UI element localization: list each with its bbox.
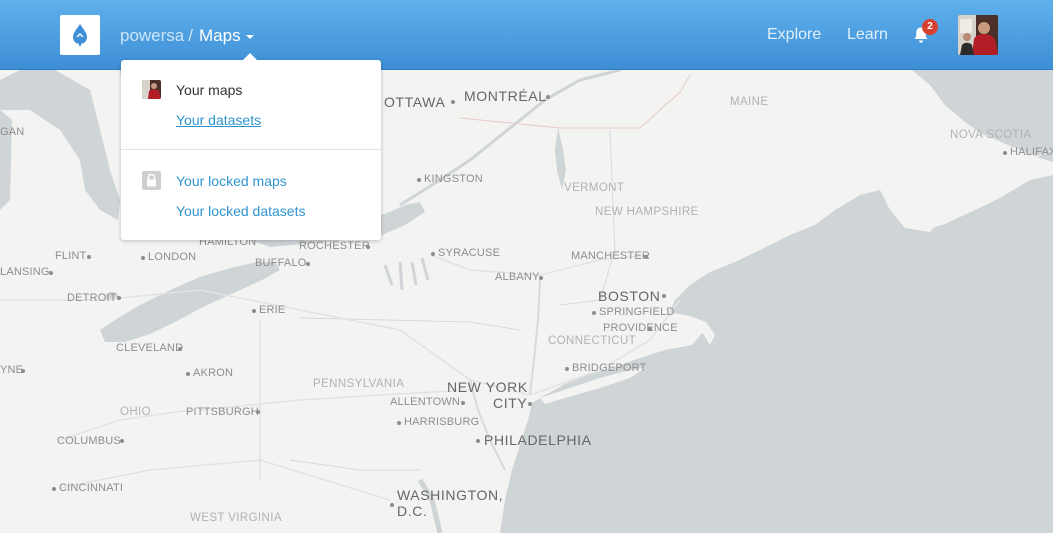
map-label-new-hampshire: NEW HAMPSHIRE: [595, 206, 699, 218]
map-dot: [565, 367, 569, 371]
map-dot: [52, 487, 56, 491]
map-label-buffalo: BUFFALO: [255, 257, 307, 269]
map-dot: [648, 327, 652, 331]
map-dot: [539, 276, 543, 280]
map-dot: [546, 95, 550, 99]
breadcrumb: powersa / Maps: [120, 25, 254, 47]
dropdown-pointer: [243, 53, 257, 60]
notification-count-badge[interactable]: 2: [922, 19, 938, 35]
map-label-new-york: NEW YORK: [447, 379, 528, 395]
map-label-connecticut: CONNECTICUT: [548, 335, 637, 347]
map-label-columbus: COLUMBUS: [57, 435, 121, 447]
map-label-wayne: YNE: [0, 364, 24, 376]
map-dot: [476, 439, 480, 443]
menu-item-your-maps[interactable]: Your maps: [176, 82, 242, 98]
map-dot: [21, 369, 25, 373]
home-logo-button[interactable]: [60, 15, 100, 55]
map-dot: [431, 252, 435, 256]
map-label-washington: WASHINGTON,: [397, 487, 504, 503]
map-label-flint: FLINT: [55, 250, 87, 262]
map-label-halifax: HALIFAX: [1010, 146, 1053, 158]
map-dot: [256, 410, 260, 414]
user-avatar-button[interactable]: [958, 15, 998, 55]
map-label-syracuse: SYRACUSE: [438, 247, 501, 259]
map-dot: [461, 401, 465, 405]
nav-explore-link[interactable]: Explore: [767, 26, 821, 44]
map-dot: [117, 296, 121, 300]
map-label-maine: MAINE: [730, 96, 769, 108]
map-label-harrisburg: HARRISBURG: [404, 416, 480, 428]
caret-down-icon[interactable]: [245, 35, 254, 39]
nav-learn-link[interactable]: Learn: [847, 26, 888, 44]
map-dot: [366, 245, 370, 249]
map-dot: [141, 256, 145, 260]
map-dot: [186, 372, 190, 376]
map-label-montreal: MONTRÉAL: [464, 88, 547, 104]
map-dot: [528, 402, 532, 406]
map-label-lansing: LANSING: [0, 266, 50, 278]
map-label-cincinnati: CINCINNATI: [59, 482, 124, 494]
avatar-photo: [958, 15, 998, 55]
map-label-pennsylvania: PENNSYLVANIA: [313, 378, 405, 390]
breadcrumb-separator: /: [188, 26, 193, 45]
map-label-nova-scotia: NOVA SCOTIA: [950, 129, 1032, 141]
map-dot: [49, 271, 53, 275]
map-label-dc: D.C.: [397, 503, 428, 519]
menu-divider: [121, 149, 381, 150]
user-avatar-small: [142, 80, 161, 99]
lake-michigan: [0, 110, 12, 210]
map-dot: [592, 311, 596, 315]
map-label-west-virginia: WEST VIRGINIA: [190, 512, 282, 524]
breadcrumb-maps-dropdown-toggle[interactable]: Maps: [199, 26, 241, 46]
lake-huron: [0, 70, 120, 220]
map-dot: [451, 100, 455, 104]
map-dot: [252, 309, 256, 313]
map-label-ottawa: OTTAWA: [384, 94, 446, 110]
breadcrumb-user-link[interactable]: powersa: [120, 26, 184, 46]
map-label-springfield: SPRINGFIELD: [599, 306, 675, 318]
map-dot: [306, 262, 310, 266]
menu-item-your-locked-maps[interactable]: Your locked maps: [176, 173, 287, 189]
map-label-bridgeport: BRIDGEPORT: [572, 362, 647, 374]
mapbox-drop-icon: [73, 24, 87, 46]
map-label-boston: BOSTON: [598, 288, 661, 304]
map-label-london: LONDON: [148, 251, 197, 263]
map-label-rochester: ROCHESTER: [299, 240, 370, 252]
lock-icon: [142, 171, 161, 190]
lake-erie: [100, 262, 280, 342]
map-label-kingston: KINGSTON: [424, 173, 483, 185]
map-dot: [417, 178, 421, 182]
map-dot: [644, 255, 648, 259]
menu-item-your-locked-datasets[interactable]: Your locked datasets: [176, 203, 305, 219]
app-root: GAN OTTAWA MONTRÉAL MAINE NOVA SCOTIA HA…: [0, 0, 1053, 533]
map-label-cleveland: CLEVELAND: [116, 342, 184, 354]
menu-item-your-datasets[interactable]: Your datasets: [176, 112, 261, 128]
map-label-detroit: DETROIT: [67, 292, 117, 304]
map-label-philadelphia: PHILADELPHIA: [484, 432, 592, 448]
map-dot: [390, 503, 394, 507]
map-dot: [87, 255, 91, 259]
map-dot: [1003, 151, 1007, 155]
map-label-albany: ALBANY: [495, 271, 540, 283]
map-dot: [120, 439, 124, 443]
map-label-akron: AKRON: [193, 367, 234, 379]
lake-champlain: [555, 128, 566, 190]
map-label-manchester: MANCHESTER: [571, 250, 651, 262]
map-label-providence: PROVIDENCE: [603, 322, 678, 334]
map-label-pittsburgh: PITTSBURGH: [186, 406, 259, 418]
map-label-michigan: GAN: [0, 126, 25, 138]
map-label-erie: ERIE: [259, 304, 286, 316]
map-label-new-york-city: CITY: [493, 395, 528, 411]
map-label-ohio: OHIO: [120, 406, 151, 418]
map-label-vermont: VERMONT: [564, 182, 625, 194]
map-dot: [662, 294, 666, 298]
map-dot: [397, 421, 401, 425]
map-label-allentown: ALLENTOWN: [390, 396, 461, 408]
map-dot: [178, 347, 182, 351]
maps-dropdown-menu: Your maps Your datasets Your locked maps…: [121, 53, 381, 240]
